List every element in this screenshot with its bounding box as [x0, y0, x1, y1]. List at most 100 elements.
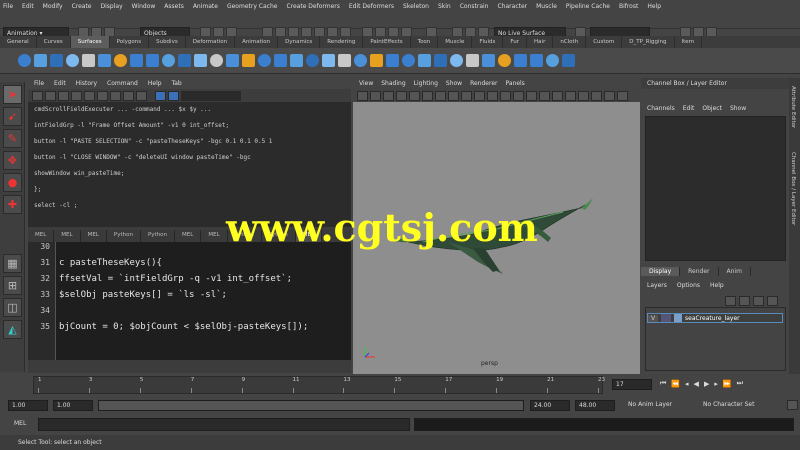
shelf-tab-toon[interactable]: Toon — [411, 36, 439, 48]
new-layer-from-selected-icon[interactable] — [739, 296, 750, 306]
motion-blur-icon[interactable] — [617, 90, 628, 101]
insert-isoparm-icon[interactable] — [386, 54, 399, 67]
intersect-icon[interactable] — [306, 54, 319, 67]
code-line[interactable]: bjCount = 0; $objCount < $selObj-pasteKe… — [59, 322, 308, 338]
nurbs-circle-icon[interactable] — [114, 54, 127, 67]
command-language-label[interactable]: MEL — [14, 420, 26, 427]
wireframe-icon[interactable] — [487, 90, 498, 101]
scale-tool-icon[interactable]: ✚ — [3, 195, 22, 214]
menu-bifrost[interactable]: Bifrost — [619, 3, 638, 10]
lasso-tool-icon[interactable]: ➹ — [3, 107, 22, 126]
anim-layer-dropdown[interactable]: No Anim Layer — [625, 400, 687, 411]
shelf-tab-item[interactable]: Item — [675, 36, 703, 48]
show-both-icon[interactable] — [123, 90, 134, 101]
shelf-tab-surfaces[interactable]: Surfaces — [70, 36, 110, 48]
channel-box-tab[interactable]: Channel Box / Layer Editor — [790, 152, 796, 225]
code-line[interactable]: $selObj pasteKeys[] = `ls -sl`; — [59, 290, 308, 306]
channel-menu-object[interactable]: Object — [702, 105, 722, 112]
viewport-menu-panels[interactable]: Panels — [505, 80, 524, 87]
step-forward-frame-icon[interactable]: ▸ — [714, 380, 718, 388]
layout-persp-outliner-icon[interactable]: ◭ — [3, 320, 22, 339]
code-line[interactable]: ffsetVal = `intFieldGrp -q -v1 int_offse… — [59, 274, 308, 290]
shelf-tab-muscle[interactable]: Muscle — [438, 36, 473, 48]
extend-icon[interactable] — [402, 54, 415, 67]
shelf-tab-d_tp_rigging[interactable]: D_TP_Rigging — [622, 36, 675, 48]
shelf-tab-custom[interactable]: Custom — [586, 36, 623, 48]
rotate-tool-icon[interactable]: ● — [3, 173, 22, 192]
select-tool-icon[interactable]: ➤ — [3, 85, 22, 104]
grid-toggle-icon[interactable] — [409, 90, 420, 101]
shelf-tab-general[interactable]: General — [0, 36, 37, 48]
extrude-icon[interactable] — [194, 54, 207, 67]
viewport-menu-view[interactable]: View — [359, 80, 373, 87]
range-slider-bar[interactable] — [98, 400, 524, 411]
attribute-editor-tab[interactable]: Attribute Editor — [790, 86, 796, 128]
current-frame-field[interactable]: 17 — [612, 379, 652, 390]
nurbs-cube-icon[interactable] — [34, 54, 47, 67]
menu-pipeline-cache[interactable]: Pipeline Cache — [566, 3, 610, 10]
step-back-frame-icon[interactable]: ◂ — [685, 380, 689, 388]
gate-mask-icon[interactable] — [448, 90, 459, 101]
rebuild-icon[interactable] — [434, 54, 447, 67]
field-chart-icon[interactable] — [461, 90, 472, 101]
channel-menu-show[interactable]: Show — [730, 105, 746, 112]
play-backward-icon[interactable]: ◀ — [694, 380, 699, 388]
time-slider-track[interactable]: 1 3 5 7 9 11 13 15 17 19 21 23 — [33, 376, 605, 394]
menu-character[interactable]: Character — [498, 3, 528, 10]
lights-icon[interactable] — [539, 90, 550, 101]
play-forward-icon[interactable]: ▶ — [704, 380, 709, 388]
script-tab-mel[interactable]: MEL — [28, 230, 55, 242]
script-input-pane[interactable]: 30 31 32 33 34 35 c pasteTheseKeys(){ffsetVal… — [28, 242, 351, 360]
script-tab-mel[interactable]: MEL — [175, 230, 202, 242]
menu-file[interactable]: File — [3, 3, 13, 10]
fillet-icon[interactable] — [482, 54, 495, 67]
layer-tab-anim[interactable]: Anim — [719, 267, 751, 276]
menu-assets[interactable]: Assets — [164, 3, 184, 10]
nurbs-square-icon[interactable] — [130, 54, 143, 67]
step-forward-key-icon[interactable]: ⏩ — [723, 380, 732, 388]
layer-menu-options[interactable]: Options — [677, 282, 700, 289]
script-tab-python[interactable]: Python — [141, 230, 176, 242]
command-input[interactable] — [38, 418, 410, 431]
stitch-icon[interactable] — [498, 54, 511, 67]
channel-menu-edit[interactable]: Edit — [683, 105, 695, 112]
wireframe-on-shaded-icon[interactable] — [513, 90, 524, 101]
clear-input-icon[interactable] — [71, 90, 82, 101]
xray-icon[interactable] — [565, 90, 576, 101]
resolution-gate-icon[interactable] — [435, 90, 446, 101]
shelf-tab-polygons[interactable]: Polygons — [110, 36, 150, 48]
script-tab-mel[interactable]: MEL — [81, 230, 107, 242]
menu-geometry-cache[interactable]: Geometry Cache — [227, 3, 277, 10]
attach-icon[interactable] — [322, 54, 335, 67]
paint-select-tool-icon[interactable]: ✎ — [3, 129, 22, 148]
shelf-tab-fur[interactable]: Fur — [503, 36, 528, 48]
shelf-tab-painteffects[interactable]: PaintEffects — [363, 36, 411, 48]
execute-selected-icon[interactable] — [168, 90, 179, 101]
code-area[interactable]: c pasteTheseKeys(){ffsetVal = `intFieldG… — [59, 242, 308, 338]
nurbs-torus-icon[interactable] — [98, 54, 111, 67]
planar-icon[interactable] — [178, 54, 191, 67]
menu-animate[interactable]: Animate — [193, 3, 218, 10]
shelf-tab-animation[interactable]: Animation — [235, 36, 279, 48]
menu-edit-deformers[interactable]: Edit Deformers — [349, 3, 394, 10]
se-menu-help[interactable]: Help — [148, 80, 162, 87]
square-surface-icon[interactable] — [242, 54, 255, 67]
menu-create-deformers[interactable]: Create Deformers — [286, 3, 339, 10]
menu-skeleton[interactable]: Skeleton — [403, 3, 429, 10]
playback-start-field[interactable]: 1.00 — [53, 400, 93, 411]
menu-help[interactable]: Help — [647, 3, 661, 10]
safe-action-icon[interactable] — [474, 90, 485, 101]
start-time-field[interactable]: 1.00 — [8, 400, 48, 411]
menu-display[interactable]: Display — [101, 3, 123, 10]
new-layer-icon[interactable] — [725, 296, 736, 306]
shelf-tab-ncloth[interactable]: nCloth — [553, 36, 587, 48]
go-to-start-icon[interactable]: ⏮ — [660, 379, 666, 388]
shadows-icon[interactable] — [552, 90, 563, 101]
layout-single-icon[interactable]: ▦ — [3, 254, 22, 273]
playback-end-field[interactable]: 24.00 — [530, 400, 570, 411]
nurbs-cone-icon[interactable] — [66, 54, 79, 67]
se-menu-edit[interactable]: Edit — [54, 80, 66, 87]
shelf-tab-subdivs[interactable]: Subdivs — [149, 36, 186, 48]
menu-modify[interactable]: Modify — [43, 3, 63, 10]
menu-skin[interactable]: Skin — [438, 3, 451, 10]
